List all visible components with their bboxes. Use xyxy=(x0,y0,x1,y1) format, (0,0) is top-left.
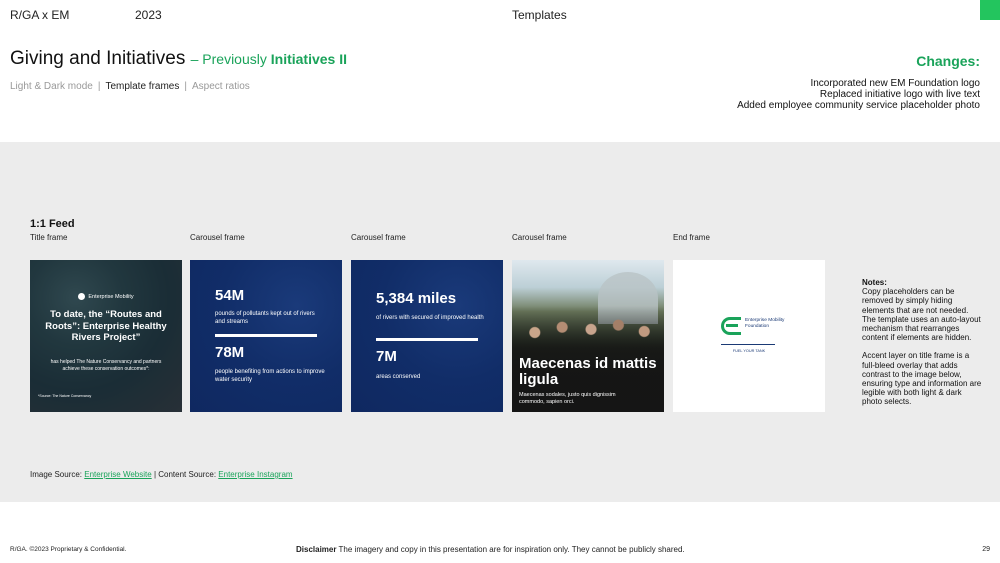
stat-description: of rivers with secured of improved healt… xyxy=(376,315,484,321)
stat-description: pounds of pollutants kept out of rivers … xyxy=(215,311,315,325)
nav-aspect-ratios[interactable]: Aspect ratios xyxy=(192,81,250,92)
mode-nav: Light & Dark mode | Template frames | Aspect… xyxy=(10,81,250,92)
title-previous: – Previously Initiatives II xyxy=(191,51,347,67)
carousel-frame-2[interactable]: 5,384 miles of rivers with secured of im… xyxy=(351,260,503,412)
footer-copyright: R/GA. ©2023 Proprietary & Confidential. xyxy=(10,546,127,553)
change-item: Replaced initiative logo with live text xyxy=(819,89,980,100)
carousel-frame-1[interactable]: 54M pounds of pollutants kept out of riv… xyxy=(190,260,342,412)
carousel-frame-3[interactable]: Maecenas id mattis ligula Maecenas sodal… xyxy=(512,260,664,412)
title-prev-prefix: – Previously xyxy=(190,51,267,67)
enterprise-logo: Enterprise Mobility xyxy=(30,293,182,300)
year-label: 2023 xyxy=(135,8,162,22)
stat-value: 78M xyxy=(215,344,245,361)
divider-bar xyxy=(376,338,478,341)
nav-separator: | xyxy=(184,81,187,92)
title-frame-subtext: has helped The Nature Conservancy and pa… xyxy=(50,359,162,372)
accent-square xyxy=(980,0,1000,20)
enterprise-logo-icon xyxy=(78,293,86,300)
title-main: Giving and Initiatives xyxy=(10,48,186,69)
feed-title: 1:1 Feed xyxy=(30,218,75,230)
content-source-link[interactable]: Enterprise Instagram xyxy=(218,470,292,479)
change-item: Incorporated new EM Foundation logo xyxy=(810,78,980,89)
frame-label-title: Title frame xyxy=(30,233,68,242)
source-line: Image Source: Enterprise Website | Conte… xyxy=(30,470,293,479)
changes-title: Changes: xyxy=(916,53,980,69)
stat-value: 5,384 miles xyxy=(376,290,457,307)
brand-label: R/GA x EM xyxy=(10,8,70,22)
stat-description: areas conserved xyxy=(376,374,421,380)
frame-label-carousel-3: Carousel frame xyxy=(512,233,567,242)
stat-value: 54M xyxy=(215,287,245,304)
page-number: 29 xyxy=(982,546,990,553)
notes-paragraph: Copy placeholders can be removed by simp… xyxy=(862,287,981,343)
disclaimer-text: The imagery and copy in this presentatio… xyxy=(338,545,685,554)
slide: R/GA x EM 2023 Templates Giving and Init… xyxy=(0,0,1000,563)
notes-title: Notes: xyxy=(862,278,887,287)
frame-label-carousel-2: Carousel frame xyxy=(351,233,406,242)
footer-disclaimer: Disclaimer The imagery and copy in this … xyxy=(296,545,685,554)
source-separator: | Content Source: xyxy=(153,470,217,479)
notes-paragraph: Accent layer on title frame is a full-bl… xyxy=(862,351,982,407)
image-source-link[interactable]: Enterprise Website xyxy=(84,470,151,479)
frame-label-carousel-1: Carousel frame xyxy=(190,233,245,242)
logo-text: Enterprise Mobility xyxy=(88,293,134,300)
title-frame-source: *Source: The Nature Conservancy xyxy=(38,394,92,398)
title-prev-name: Initiatives II xyxy=(270,51,348,67)
nav-separator: | xyxy=(97,81,101,92)
stat-description: people benefiting from actions to improv… xyxy=(215,369,325,383)
page-title: Giving and Initiatives – Previously Init… xyxy=(10,48,347,70)
end-frame[interactable]: Enterprise Mobility Foundation FUEL YOUR… xyxy=(673,260,825,412)
stat-value: 7M xyxy=(376,348,397,365)
disclaimer-label: Disclaimer xyxy=(296,545,337,554)
em-foundation-logo-icon xyxy=(721,317,741,335)
end-frame-tagline: FUEL YOUR TANK xyxy=(732,349,766,353)
notes-panel: Notes: Copy placeholders can be removed … xyxy=(862,278,982,407)
section-label: Templates xyxy=(512,8,567,22)
changes-list: Incorporated new EM Foundation logo Repl… xyxy=(737,78,980,111)
frame-label-end: End frame xyxy=(673,233,710,242)
nav-template-frames[interactable]: Template frames xyxy=(105,81,179,92)
title-frame[interactable]: Enterprise Mobility To date, the “Routes… xyxy=(30,260,182,412)
nav-light-dark[interactable]: Light & Dark mode xyxy=(10,81,93,92)
divider-bar xyxy=(215,334,317,337)
photo-subcaption: Maecenas sodales, justo quis dignissim c… xyxy=(519,392,616,405)
photo-caption: Maecenas id mattis ligula xyxy=(519,355,657,388)
em-foundation-logo-text: Enterprise Mobility Foundation xyxy=(745,318,785,329)
source-prefix: Image Source: xyxy=(30,470,83,479)
logo-divider xyxy=(721,344,775,345)
title-frame-headline: To date, the “Routes and Roots”: Enterpr… xyxy=(45,309,167,343)
change-item: Added employee community service placeho… xyxy=(737,100,980,111)
